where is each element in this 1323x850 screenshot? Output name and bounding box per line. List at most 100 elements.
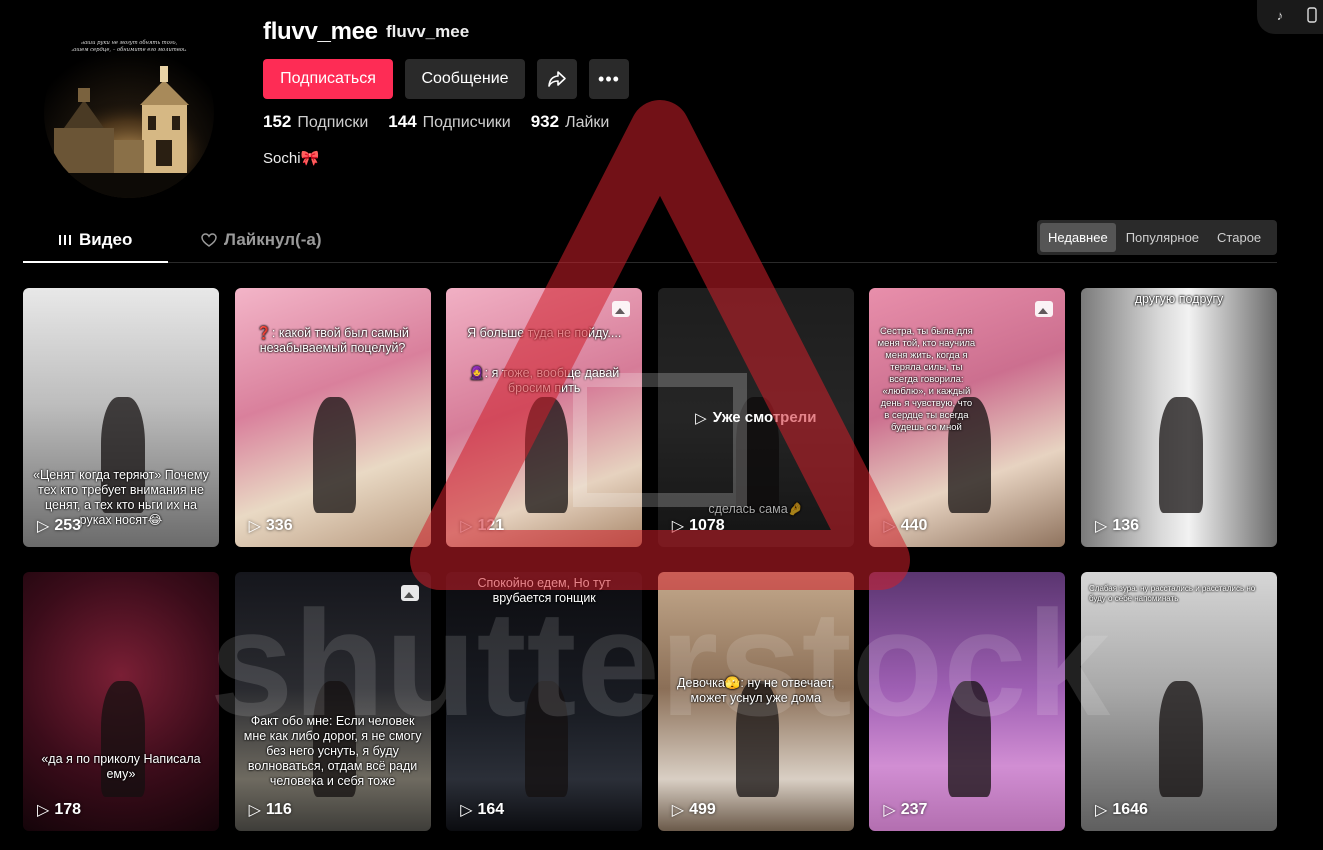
video-card[interactable]: сделась сама🤌 ▷ Уже смотрели ▷ 1078 (657, 288, 854, 547)
video-card[interactable]: Слабая зура: ну расстались и расстались … (1081, 572, 1277, 831)
follow-button[interactable]: Подписаться (263, 59, 393, 99)
view-count: ▷ 237 (883, 800, 927, 820)
view-count: ▷ 336 (249, 516, 293, 536)
stat-followers[interactable]: 144 Подписчики (388, 112, 510, 132)
view-count: ▷ 499 (672, 800, 716, 820)
video-caption: Спокойно едем, Но тут врубается гонщик (477, 576, 611, 605)
video-card[interactable]: ❓: какой твой был самый незабываемый поц… (234, 288, 431, 547)
view-count-value: 499 (689, 801, 716, 818)
video-thumbnail-figure (312, 396, 357, 514)
profile-nickname: fluvv_mee (386, 22, 470, 41)
play-icon: ▷ (883, 518, 896, 535)
play-icon: ▷ (248, 802, 261, 819)
tab-liked-label: Лайкнул(-а) (224, 230, 322, 249)
view-count-value: 237 (900, 801, 928, 818)
play-icon: ▷ (37, 802, 50, 819)
video-caption: «да я по приколу Написала ему» (41, 752, 201, 781)
share-button[interactable] (537, 59, 577, 99)
sort-selector: Недавнее Популярное Старое (1037, 220, 1277, 255)
photo-carousel-icon (1035, 301, 1054, 317)
share-icon (548, 71, 566, 87)
profile-stats: 152 Подписки 144 Подписчики 932 Лайки (263, 112, 609, 132)
video-caption: Я больше туда не пойду.... (467, 326, 622, 340)
view-count-value: 1078 (689, 517, 725, 534)
play-icon: ▷ (1095, 518, 1108, 535)
video-caption: ❓: какой твой был самый незабываемый поц… (256, 326, 409, 355)
view-count-value: 440 (900, 517, 928, 534)
tab-liked[interactable]: Лайкнул(-а) (201, 230, 322, 250)
stat-following[interactable]: 152 Подписки (263, 112, 368, 132)
play-icon: ▷ (671, 802, 685, 819)
avatar[interactable]: Когда ваши руки не могут обнять того, кт… (44, 28, 214, 198)
video-card[interactable]: другую подругу ▷ 136 (1081, 288, 1277, 547)
video-card[interactable]: Сестра, ты была для меня той, кто научил… (869, 288, 1066, 547)
video-card[interactable]: «Ценят когда теряют» Почему тех кто треб… (23, 288, 219, 547)
view-count-value: 253 (54, 517, 82, 534)
play-icon: ▷ (460, 518, 473, 535)
stat-likes: 932 Лайки (531, 112, 610, 132)
view-count-value: 136 (1112, 517, 1140, 534)
video-thumbnail-figure (524, 680, 568, 798)
view-count: ▷ 178 (37, 800, 81, 820)
tiktok-icon[interactable]: ♪ (1271, 6, 1289, 24)
view-count-value: 178 (54, 801, 82, 818)
view-count: ▷ 1646 (1095, 800, 1148, 820)
play-icon: ▷ (248, 518, 261, 535)
more-button[interactable]: ••• (589, 59, 629, 99)
stat-label: Подписчики (422, 114, 511, 131)
view-count: ▷ 1078 (672, 516, 725, 536)
view-count-value: 164 (477, 801, 505, 818)
view-count-value: 121 (477, 517, 505, 534)
heart-lock-icon (201, 233, 217, 247)
stat-value: 152 (263, 112, 292, 131)
video-thumbnail-figure (947, 680, 991, 798)
sort-oldest[interactable]: Старое (1209, 223, 1269, 252)
view-count: ▷ 440 (883, 516, 927, 536)
stat-value: 932 (530, 112, 560, 131)
tab-videos-label: Видео (79, 230, 133, 249)
video-card[interactable]: «да я по приколу Написала ему» ▷ 178 (23, 572, 219, 831)
video-caption-secondary: 🧕: я тоже, вообще давай бросим пить (469, 366, 620, 395)
photo-carousel-icon (400, 585, 419, 601)
ellipsis-icon: ••• (598, 68, 620, 89)
video-caption: Девочка🫣: ну не отвечает, может уснул уж… (677, 676, 835, 705)
active-tab-indicator (23, 261, 168, 263)
video-card[interactable]: Девочка🫣: ну не отвечает, может уснул уж… (657, 572, 854, 831)
video-caption: Сестра, ты была для меня той, кто научил… (877, 326, 976, 433)
avatar-caption: Когда ваши руки не могут обнять того, кт… (63, 40, 195, 53)
watched-label: Уже смотрели (712, 409, 817, 426)
message-button[interactable]: Сообщение (405, 59, 525, 99)
video-thumbnail-figure (1159, 680, 1203, 798)
sort-popular[interactable]: Популярное (1118, 223, 1207, 252)
watched-overlay: ▷ Уже смотрели (657, 288, 854, 547)
view-count: ▷ 116 (249, 800, 292, 820)
stat-label: Лайки (565, 114, 610, 131)
sort-recent[interactable]: Недавнее (1040, 223, 1116, 252)
video-card[interactable]: ▷ 237 (869, 572, 1066, 831)
mobile-icon[interactable] (1303, 6, 1321, 24)
play-icon: ▷ (695, 409, 707, 427)
video-thumbnail-figure (1159, 396, 1203, 514)
stat-value: 144 (388, 112, 417, 131)
video-card[interactable]: Я больше туда не пойду.... 🧕: я тоже, воо… (446, 288, 643, 547)
view-count: ▷ 136 (1095, 516, 1139, 536)
play-icon: ▷ (37, 518, 50, 535)
play-icon: ▷ (883, 802, 896, 819)
view-count-value: 1646 (1112, 801, 1148, 818)
video-caption: другую подругу (1134, 292, 1224, 306)
video-card[interactable]: Спокойно едем, Но тут врубается гонщик ▷ 1… (446, 572, 643, 831)
profile-bio: Sochi🎀 (263, 150, 320, 167)
tab-videos[interactable]: Видео (58, 230, 132, 250)
corner-controls: ♪ (1257, 0, 1323, 34)
profile-username: fluvv_mee (263, 18, 378, 45)
photo-carousel-icon (612, 301, 631, 317)
view-count: ▷ 164 (460, 800, 504, 820)
video-caption: Слабая зура: ну расстались и расстались … (1089, 584, 1256, 603)
view-count: ▷ 121 (460, 516, 504, 536)
grid-icon (59, 235, 71, 245)
view-count-value: 336 (265, 517, 293, 534)
video-card[interactable]: Факт обо мне: Если человек мне как либо … (234, 572, 431, 831)
video-thumbnail-figure (524, 396, 568, 514)
stat-label: Подписки (297, 114, 369, 131)
video-caption: Факт обо мне: Если человек мне как либо … (243, 714, 422, 788)
